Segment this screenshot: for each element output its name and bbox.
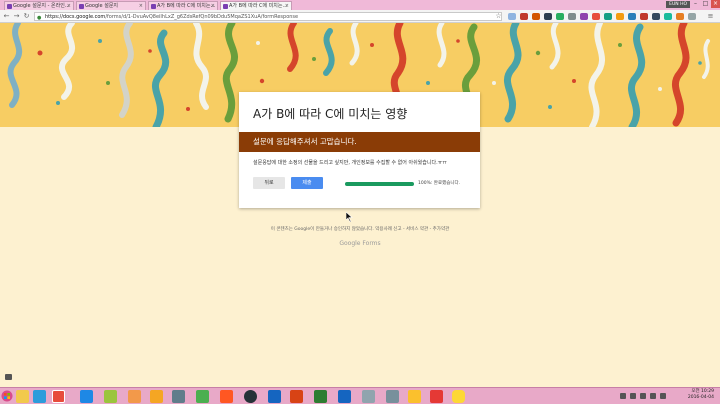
file-explorer-icon[interactable] — [16, 390, 29, 403]
cloud-drive-icon[interactable] — [33, 390, 46, 403]
progress-bar — [345, 182, 414, 186]
tab-label: A가 B에 따라 C에 미치는... — [229, 3, 288, 9]
forward-arrow-icon[interactable]: → — [12, 12, 21, 21]
app-icon[interactable] — [196, 390, 209, 403]
close-tab-icon[interactable]: × — [211, 2, 215, 10]
extension-icon[interactable] — [652, 13, 660, 20]
clock-date: 2016-04-04 — [687, 395, 714, 400]
disclaimer-text: 이 콘텐츠는 Google이 만들거나 승인하지 않았습니다. 악용사례 신고 … — [270, 227, 450, 232]
forms-favicon-icon — [151, 4, 156, 9]
extension-icon[interactable] — [520, 13, 528, 20]
kakaotalk-icon[interactable] — [452, 390, 465, 403]
progress-label: 100%: 완료했습니다. — [418, 181, 461, 186]
app-icon[interactable] — [104, 390, 117, 403]
url-host: https://docs.google.com — [45, 14, 106, 20]
tray-app-icon[interactable] — [640, 393, 646, 399]
bookmark-star-icon[interactable]: ☆ — [494, 12, 503, 21]
back-button[interactable]: 뒤로 — [253, 177, 285, 189]
extension-icon[interactable] — [556, 13, 564, 20]
extension-icon[interactable] — [676, 13, 684, 20]
start-orb-icon[interactable] — [1, 389, 13, 403]
taskbar-clock[interactable]: 오전 10:29 2016-04-04 — [688, 389, 714, 401]
app-icon[interactable] — [172, 390, 185, 403]
extension-icon[interactable] — [604, 13, 612, 20]
volume-icon[interactable] — [660, 393, 666, 399]
tray-app-icon[interactable] — [630, 393, 636, 399]
browser-tab-4-active[interactable]: A가 B에 따라 C에 미치는... × — [220, 1, 292, 10]
browser-tab-2[interactable]: Google 설문지 × — [76, 1, 146, 10]
form-card: A가 B에 따라 C에 미치는 영향 설문에 응답해주셔서 고맙습니다. 설문응… — [239, 92, 480, 208]
chrome-icon[interactable] — [52, 390, 65, 403]
confirmation-banner: 설문에 응답해주셔서 고맙습니다. — [239, 132, 480, 152]
forms-favicon-icon — [7, 4, 12, 9]
star-app-icon[interactable] — [408, 390, 421, 403]
close-tab-icon[interactable]: × — [67, 2, 71, 10]
tab-label: Google 설문지 — [85, 3, 119, 9]
browser-tab-3[interactable]: A가 B에 따라 C에 미치는... × — [148, 1, 218, 10]
lock-icon: ● — [37, 15, 42, 21]
app-icon[interactable] — [386, 390, 399, 403]
confirmation-message: 설문응답에 대한 소정의 선물을 드리고 싶지만, 개인정보를 수집할 수 없어… — [253, 160, 447, 166]
extension-icon[interactable] — [628, 13, 636, 20]
extension-icon[interactable] — [544, 13, 552, 20]
windows-taskbar: 오전 10:29 2016-04-04 — [0, 387, 720, 404]
extension-icon[interactable] — [664, 13, 672, 20]
extension-icon[interactable] — [688, 13, 696, 20]
profile-chip[interactable]: EUN HO — [666, 1, 690, 8]
url-path: /forms/d/1-DvuAvQ8eiIhLxZ_g6ZdsRefQn09bD… — [105, 14, 299, 20]
app-icon[interactable] — [128, 390, 141, 403]
browser-toolbar: ← → ↻ ● https://docs.google.com/forms/d/… — [0, 10, 720, 23]
browser-tab-1[interactable]: Google 설문지 - 온라인... × — [4, 1, 74, 10]
outlook-icon[interactable] — [268, 390, 281, 403]
network-icon[interactable] — [650, 393, 656, 399]
feedback-icon[interactable] — [5, 374, 12, 380]
tab-label: A가 B에 따라 C에 미치는... — [157, 3, 216, 9]
extension-icon[interactable] — [568, 13, 576, 20]
extension-icon[interactable] — [592, 13, 600, 20]
forms-favicon-icon — [79, 4, 84, 9]
excel-icon[interactable] — [314, 390, 327, 403]
extension-icon[interactable] — [532, 13, 540, 20]
extension-icon[interactable] — [616, 13, 624, 20]
app-icon[interactable] — [150, 390, 163, 403]
menu-icon[interactable]: ≡ — [706, 12, 715, 21]
extension-icon[interactable] — [640, 13, 648, 20]
back-arrow-icon[interactable]: ← — [2, 12, 11, 21]
window-close-icon[interactable]: × — [711, 0, 720, 8]
mouse-cursor-icon — [346, 212, 353, 222]
app-icon[interactable] — [220, 390, 233, 403]
browser-tab-strip: Google 설문지 - 온라인... × Google 설문지 × A가 B에… — [0, 0, 720, 10]
form-title: A가 B에 따라 C에 미치는 영향 — [253, 107, 408, 121]
minimize-icon[interactable]: – — [691, 0, 700, 8]
extension-icon[interactable] — [508, 13, 516, 20]
progress-bar-fill — [345, 182, 414, 186]
app-icon[interactable] — [362, 390, 375, 403]
powerpoint-icon[interactable] — [290, 390, 303, 403]
word-icon[interactable] — [338, 390, 351, 403]
google-forms-logo[interactable]: Google Forms — [0, 240, 720, 247]
close-tab-icon[interactable]: × — [139, 2, 143, 10]
camera-icon[interactable] — [244, 390, 257, 403]
tray-expand-icon[interactable] — [620, 393, 626, 399]
address-bar[interactable]: ● https://docs.google.com/forms/d/1-DvuA… — [34, 12, 502, 21]
internet-explorer-icon[interactable] — [80, 390, 93, 403]
submit-button[interactable]: 제출 — [291, 177, 323, 189]
forms-favicon-icon — [223, 4, 228, 9]
tab-label: Google 설문지 - 온라인... — [13, 3, 70, 9]
maximize-icon[interactable]: □ — [701, 0, 710, 8]
extension-icon[interactable] — [580, 13, 588, 20]
reload-icon[interactable]: ↻ — [22, 12, 31, 21]
app-icon[interactable] — [430, 390, 443, 403]
close-tab-icon[interactable]: × — [285, 2, 289, 10]
